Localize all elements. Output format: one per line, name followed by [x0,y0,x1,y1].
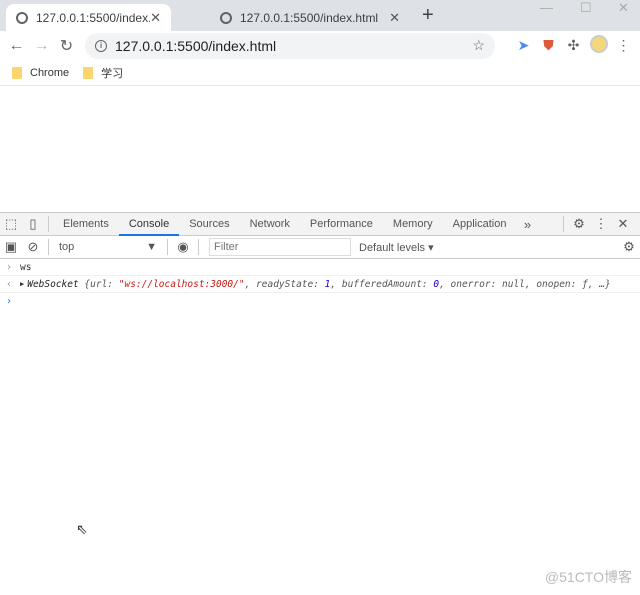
page-content [0,86,640,212]
globe-icon [220,11,232,24]
object-class: WebSocket [27,278,79,290]
devtools-tab-performance[interactable]: Performance [300,213,383,236]
minimize-button[interactable]: — [540,0,553,15]
tab-title: 127.0.0.1:5500/index.html [36,10,151,25]
forward-button[interactable]: → [31,37,52,55]
devtools-tabbar: ⬚ ▯ Elements Console Sources Network Per… [0,212,640,236]
bookmark-label: Chrome [30,66,70,79]
divider [198,239,199,255]
browser-toolbar: ← → ↻ i 127.0.0.1:5500/index.html ☆ ➤ ⛊ … [0,31,640,60]
object-text: {url: [78,278,119,290]
url-text: 127.0.0.1:5500/index.html [115,37,277,54]
inspect-element-icon[interactable]: ⬚ [0,216,22,232]
console-prompt[interactable]: › [0,293,640,310]
url-value: "ws://localhost:3000/" [118,278,245,290]
tab-strip: 127.0.0.1:5500/index.html ✕ 127.0.0.1:55… [0,0,640,31]
divider [48,239,49,255]
divider [167,239,168,255]
settings-gear-icon[interactable]: ⚙ [568,216,590,232]
context-selector[interactable]: top ▼ [53,241,163,253]
divider [48,216,49,232]
input-prompt-icon: › [6,261,13,273]
console-input-line: › ws [0,259,640,276]
back-button[interactable]: ← [6,37,27,55]
folder-icon [83,66,94,79]
live-expression-eye-icon[interactable]: ◉ [172,239,194,255]
close-window-button[interactable]: ✕ [618,0,629,16]
device-toolbar-icon[interactable]: ▯ [22,216,44,232]
address-bar[interactable]: i 127.0.0.1:5500/index.html ☆ [85,32,495,59]
devtools-tab-network[interactable]: Network [240,213,300,236]
console-settings-gear-icon[interactable]: ⚙ [618,239,640,255]
extensions-puzzle-icon[interactable]: ✣ [563,37,584,54]
devtools-tab-application[interactable]: Application [443,213,517,236]
object-text: , onerror: null, onopen: ƒ, …} [439,278,611,290]
devtools-tab-memory[interactable]: Memory [383,213,443,236]
clear-console-icon[interactable]: ⊘ [22,239,44,255]
extension-shield-icon[interactable]: ⛊ [538,37,559,54]
context-value: top [59,241,75,253]
console-toolbar: ▣ ⊘ top ▼ ◉ Default levels ▾ ⚙ [0,236,640,259]
bookmark-label: 学习 [101,67,124,80]
watermark: @51CTO博客 [544,569,632,585]
info-icon[interactable]: i [95,39,107,52]
new-tab-button[interactable]: + [422,4,434,27]
object-text: , bufferedAmount: [330,278,434,290]
reload-button[interactable]: ↻ [56,36,77,56]
bookmarks-bar: Chrome 学习 [0,60,640,86]
console-result-line[interactable]: ‹ ▶ WebSocket {url: "ws://localhost:3000/"… [0,276,640,293]
bookmark-folder-study[interactable]: 学习 [83,65,123,81]
browser-tab-2[interactable]: 127.0.0.1:5500/index.html ✕ [210,4,410,31]
devtools-tab-console[interactable]: Console [118,213,180,236]
console-output: › ws ‹ ▶ WebSocket {url: "ws://localhost:30… [0,259,640,310]
log-levels-dropdown[interactable]: Default levels ▾ [359,241,434,254]
result-arrow-icon: ‹ [6,278,13,290]
mouse-cursor-icon: ⇖ [76,521,88,537]
close-tab-icon[interactable]: ✕ [150,10,161,26]
object-text: , readyState: [244,278,325,290]
sidebar-toggle-icon[interactable]: ▣ [0,239,22,255]
more-options-icon[interactable]: ⋮ [590,216,612,232]
expand-triangle-icon[interactable]: ▶ [20,280,24,288]
filter-input[interactable] [209,238,351,256]
close-devtools-icon[interactable]: ✕ [612,216,634,232]
loading-icon [16,11,28,24]
menu-icon[interactable]: ⋮ [613,37,634,54]
browser-tab-1[interactable]: 127.0.0.1:5500/index.html ✕ [6,4,171,31]
maximize-button[interactable]: ☐ [580,0,592,16]
avatar[interactable] [588,35,609,56]
dropdown-arrow-icon: ▼ [146,241,157,253]
bookmark-folder-chrome[interactable]: Chrome [12,66,70,79]
prompt-icon: › [6,296,13,307]
more-tabs-icon[interactable]: » [516,217,538,232]
tab-title: 127.0.0.1:5500/index.html [240,10,379,25]
close-tab-icon[interactable]: ✕ [389,10,400,26]
folder-icon [12,66,22,79]
devtools-tab-sources[interactable]: Sources [179,213,239,236]
bookmark-star-icon[interactable]: ☆ [472,37,485,54]
divider [563,216,564,232]
devtools-tab-elements[interactable]: Elements [53,213,119,236]
extension-bird-icon[interactable]: ➤ [513,37,534,54]
console-input-text: ws [20,261,32,273]
